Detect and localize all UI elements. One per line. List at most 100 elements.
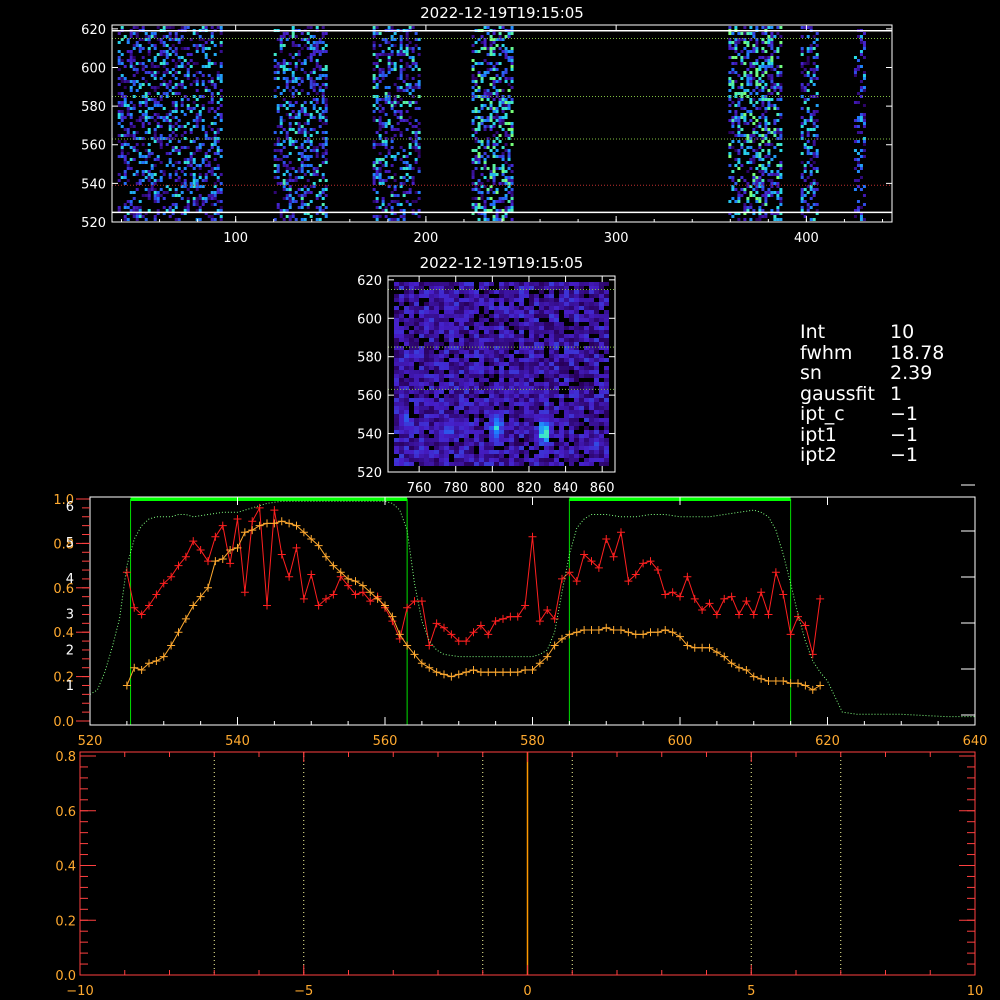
zoom-pixel (449, 394, 454, 398)
orange-data-point (491, 668, 500, 677)
zoom-pixel (559, 422, 564, 426)
heat-pixel (758, 158, 762, 161)
heat-pixel (483, 215, 487, 218)
heat-pixel (387, 203, 391, 206)
zoom-pixel (544, 418, 549, 422)
heat-pixel (204, 47, 208, 50)
heat-pixel (195, 113, 199, 116)
zoom-pixel (534, 362, 539, 366)
zoom-pixel (404, 282, 409, 286)
heat-pixel (417, 143, 421, 146)
zoom-pixel (399, 422, 404, 426)
heat-pixel (399, 68, 403, 71)
zoom-pixel (604, 438, 609, 442)
heat-pixel (764, 167, 768, 170)
heat-pixel (372, 143, 376, 146)
heat-pixel (162, 92, 166, 95)
zoom-pixel (429, 414, 434, 418)
zoom-pixel (419, 422, 424, 426)
zoom-pixel (529, 366, 534, 370)
heat-pixel (390, 209, 394, 212)
zoom-pixel (409, 330, 414, 334)
heat-pixel (141, 170, 145, 173)
zoom-pixel (519, 442, 524, 446)
heat-pixel (510, 56, 514, 59)
heat-pixel (859, 131, 863, 134)
heat-pixel (417, 170, 421, 173)
zoom-pixel (564, 422, 569, 426)
heat-pixel (812, 47, 816, 50)
heat-pixel (498, 47, 502, 50)
heat-pixel (168, 128, 172, 131)
heat-pixel (384, 155, 388, 158)
heat-pixel (378, 176, 382, 179)
zoom-pixel (504, 326, 509, 330)
orange-data-point (764, 677, 773, 686)
heat-pixel (776, 173, 780, 176)
zoom-pixel (479, 302, 484, 306)
heat-pixel (324, 194, 328, 197)
zoom-pixel (494, 426, 499, 430)
heat-pixel (489, 125, 493, 128)
heat-pixel (489, 119, 493, 122)
heat-pixel (174, 65, 178, 68)
zoom-pixel (569, 378, 574, 382)
heat-pixel (219, 206, 223, 209)
heat-pixel (201, 83, 205, 86)
heat-pixel (764, 107, 768, 110)
zoom-pixel (469, 462, 474, 466)
zoom-pixel (539, 422, 544, 426)
zoom-pixel (444, 454, 449, 458)
heat-pixel (812, 62, 816, 65)
zoom-pixel (414, 370, 419, 374)
zoom-pixel (559, 462, 564, 466)
heat-pixel (492, 170, 496, 173)
heat-pixel (285, 68, 289, 71)
heat-pixel (294, 146, 298, 149)
zoom-pixel (594, 374, 599, 378)
heat-pixel (859, 41, 863, 44)
zoom-pixel (529, 338, 534, 342)
heat-pixel (210, 218, 214, 221)
zoom-pixel (524, 426, 529, 430)
zoom-pixel (584, 414, 589, 418)
heat-pixel (731, 215, 735, 218)
heat-pixel (147, 47, 151, 50)
heat-pixel (378, 80, 382, 83)
heat-pixel (510, 143, 514, 146)
heat-pixel (213, 143, 217, 146)
heat-pixel (761, 134, 765, 137)
heat-pixel (758, 182, 762, 185)
zoom-pixel (469, 454, 474, 458)
heat-pixel (731, 176, 735, 179)
heat-pixel (312, 53, 316, 56)
zoom-pixel (414, 430, 419, 434)
heat-pixel (761, 71, 765, 74)
zoom-pixel (574, 302, 579, 306)
heat-pixel (510, 188, 514, 191)
zoom-pixel (429, 282, 434, 286)
heat-pixel (120, 152, 124, 155)
heat-pixel (767, 92, 771, 95)
zoom-pixel (394, 314, 399, 318)
heat-pixel (507, 176, 511, 179)
heat-pixel (300, 143, 304, 146)
zoom-pixel (509, 294, 514, 298)
heat-pixel (758, 164, 762, 167)
zoom-pixel (519, 282, 524, 286)
zoom-pixel (494, 314, 499, 318)
heat-pixel (740, 113, 744, 116)
zoom-pixel (599, 330, 604, 334)
zoom-pixel (534, 454, 539, 458)
zoom-pixel (554, 394, 559, 398)
heat-pixel (165, 68, 169, 71)
red-data-point (727, 592, 736, 601)
zoom-pixel (504, 462, 509, 466)
zoom-pixel (574, 354, 579, 358)
heat-pixel (171, 74, 175, 77)
heat-pixel (752, 149, 756, 152)
heat-pixel (279, 65, 283, 68)
heat-pixel (162, 107, 166, 110)
zoom-pixel (459, 450, 464, 454)
heat-pixel (204, 131, 208, 134)
